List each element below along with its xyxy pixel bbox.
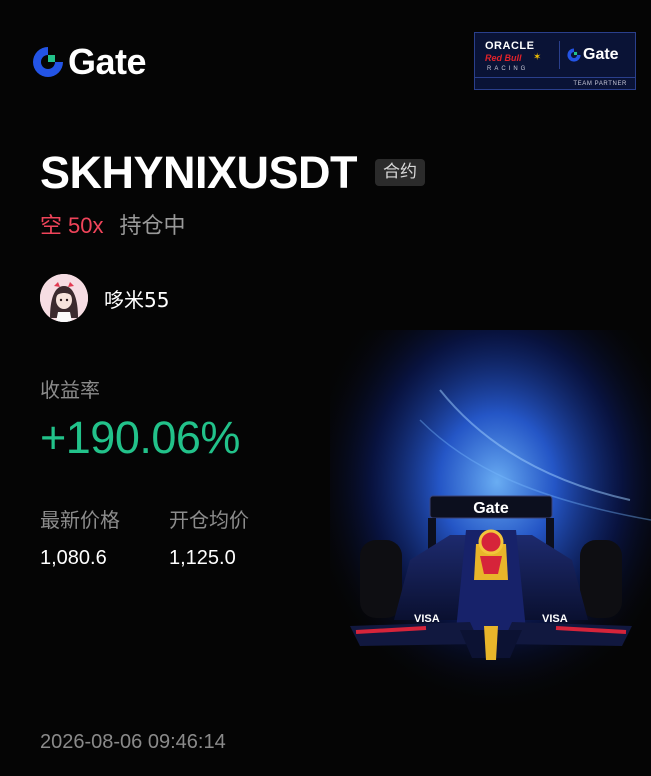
partner-gate-logo: Gate xyxy=(567,46,619,64)
latest-price-column: 最新价格 1,080.6 xyxy=(40,504,120,570)
entry-price-column: 开仓均价 1,125.0 xyxy=(169,504,249,570)
gate-logo-icon xyxy=(33,47,64,77)
latest-price-label: 最新价格 xyxy=(40,508,120,532)
latest-price-value: 1,080.6 xyxy=(40,547,107,569)
position-row: 空 50x 持仓中 xyxy=(40,208,186,240)
redbull-logo-icon: ✶ xyxy=(533,52,542,63)
username: 哆米55 xyxy=(104,287,170,312)
avatar-girl-icon xyxy=(40,274,88,322)
gate-logo-icon xyxy=(567,48,581,62)
gate-logo: Gate xyxy=(32,41,147,82)
symbol-row: SKHYNIXUSDT 合约 xyxy=(40,147,426,198)
position-side: 空 xyxy=(40,214,63,239)
position-leverage: 50x xyxy=(68,213,104,238)
entry-price-label: 开仓均价 xyxy=(169,508,249,532)
yield-value: +190.06% xyxy=(40,412,240,463)
partner-racing-text: RACING xyxy=(487,66,529,72)
yield-label: 收益率 xyxy=(40,378,100,402)
trading-pair-symbol: SKHYNIXUSDT xyxy=(40,147,358,198)
share-card: Gate ORACLE Red Bull ✶ RACING Gate TEAM … xyxy=(0,0,651,776)
partner-caption: TEAM PARTNER xyxy=(573,81,627,87)
contract-type-badge: 合约 xyxy=(375,159,426,186)
partner-badge-top: ORACLE Red Bull ✶ RACING Gate xyxy=(475,33,635,78)
team-partner-badge: ORACLE Red Bull ✶ RACING Gate TEAM PARTN… xyxy=(474,32,636,90)
svg-text:Gate: Gate xyxy=(473,500,509,517)
svg-text:VISA: VISA xyxy=(542,613,568,625)
position-status: 持仓中 xyxy=(119,214,186,239)
user-row: 哆米55 xyxy=(40,274,169,322)
partner-redbull-text: Red Bull xyxy=(485,53,522,63)
entry-price-value: 1,125.0 xyxy=(169,547,236,569)
svg-text:VISA: VISA xyxy=(414,613,440,625)
brand-name: Gate xyxy=(68,41,147,82)
race-car-svg: Gate VISA VISA xyxy=(330,330,651,710)
partner-oracle-text: ORACLE xyxy=(485,40,535,52)
f1-race-car-illustration: Gate VISA VISA xyxy=(330,330,651,710)
partner-gate-text: Gate xyxy=(583,46,619,63)
share-timestamp: 2026-08-06 09:46:14 xyxy=(40,731,226,753)
partner-divider xyxy=(559,41,560,69)
